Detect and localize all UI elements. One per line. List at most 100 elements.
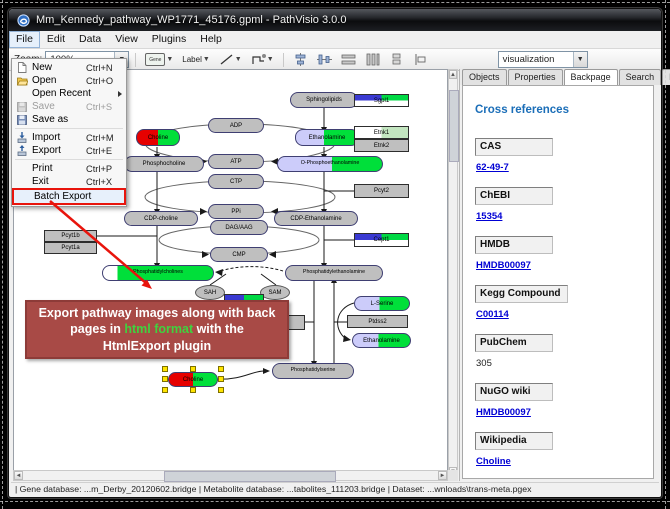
node-ptdss2[interactable]: Ptdss2	[347, 315, 408, 328]
node-cdp-choline[interactable]: CDP-choline	[124, 211, 198, 226]
node-gene-fragment[interactable]	[287, 315, 305, 330]
selection-handle[interactable]	[218, 376, 224, 382]
node-sgpl1[interactable]: Sgpl1	[354, 94, 409, 107]
align-middle-button[interactable]	[314, 51, 335, 69]
node-dag-aag[interactable]: DAG/AAG	[210, 220, 268, 235]
connector-tool-caret-icon[interactable]: ▼	[267, 56, 274, 63]
node-sah[interactable]: SAH	[195, 285, 225, 300]
distribute-horizontal-button[interactable]	[338, 51, 359, 69]
menu-file[interactable]: File	[9, 31, 40, 48]
line-tool[interactable]: ▼	[216, 51, 245, 69]
menu-item-batch-export[interactable]: Batch Export	[14, 190, 124, 203]
node-phosphatidylserine[interactable]: Phosphatidylserine	[272, 363, 354, 379]
node-sphingolipids[interactable]: Sphingolipids	[290, 92, 358, 108]
horizontal-scroll-thumb[interactable]	[164, 471, 336, 482]
stack-vertical-button[interactable]	[386, 51, 407, 69]
selected-node-group[interactable]: Choline	[162, 366, 224, 393]
line-tool-caret-icon[interactable]: ▼	[235, 56, 242, 63]
ref-id-link[interactable]: 15354	[476, 211, 643, 222]
node-ethanolamine-bottom[interactable]: Ethanolamine	[352, 333, 411, 348]
selection-handle[interactable]	[162, 366, 168, 372]
node-label: Phosphatidylcholines	[133, 270, 183, 275]
visualization-caret-icon[interactable]: ▼	[573, 52, 587, 67]
node-phosphatidylcholines[interactable]: Phosphatidylcholines	[102, 265, 214, 281]
node-choline-top[interactable]: Choline	[136, 129, 180, 146]
menu-plugins[interactable]: Plugins	[145, 31, 193, 48]
node-pcyt2[interactable]: Pcyt2	[354, 184, 409, 198]
selection-handle[interactable]	[218, 387, 224, 393]
menu-item-save-as[interactable]: Save as	[12, 113, 126, 126]
node-cdp-ethanolamine[interactable]: CDP-Ethanolamine	[274, 211, 358, 226]
node-o-phosphoethanolamine[interactable]: O-Phosphoethanolamine	[277, 156, 383, 172]
canvas-vertical-scrollbar[interactable]: ▲ ▼	[448, 69, 458, 477]
file-menu-popup: New Ctrl+N Open Ctrl+O Open Recent Save …	[11, 58, 127, 207]
node-choline-selected[interactable]: Choline	[168, 372, 218, 387]
menu-item-new[interactable]: New Ctrl+N	[12, 61, 126, 74]
ref-id-link[interactable]: C00114	[476, 309, 643, 320]
selection-handle[interactable]	[162, 376, 168, 382]
node-atp[interactable]: ATP	[208, 154, 264, 169]
tab-backpage[interactable]: Backpage	[564, 69, 618, 85]
menu-item-print[interactable]: Print Ctrl+P	[12, 162, 126, 175]
node-label: SAM	[268, 290, 281, 296]
menubar: File Edit Data View Plugins Help	[9, 31, 661, 49]
titlebar[interactable]: Mm_Kennedy_pathway_WP1771_45176.gpml - P…	[9, 9, 661, 31]
selection-handle[interactable]	[162, 387, 168, 393]
node-pcyt1b[interactable]: Pcyt1b	[44, 230, 97, 242]
node-pcyt1a[interactable]: Pcyt1a	[44, 242, 97, 254]
menu-item-export[interactable]: Export Ctrl+E	[12, 144, 126, 157]
menu-item-open-recent[interactable]: Open Recent	[12, 87, 126, 100]
stack-horizontal-button[interactable]	[410, 51, 431, 69]
connector-tool[interactable]: ▼	[248, 51, 277, 69]
menu-data[interactable]: Data	[72, 31, 108, 48]
node-cmp[interactable]: CMP	[210, 247, 268, 262]
canvas-horizontal-scrollbar[interactable]: ◄ ►	[13, 470, 448, 481]
menu-item-exit[interactable]: Exit Ctrl+X	[12, 175, 126, 188]
app-icon	[17, 14, 30, 27]
scroll-left-icon[interactable]: ◄	[14, 471, 23, 480]
label-tool-caret-icon[interactable]: ▼	[203, 56, 210, 63]
tab-properties[interactable]: Properties	[508, 69, 563, 85]
menu-view[interactable]: View	[108, 31, 145, 48]
ref-id-link[interactable]: 62-49-7	[476, 162, 643, 173]
visualization-select[interactable]: visualization ▼	[498, 51, 588, 68]
tab-objects[interactable]: Objects	[462, 69, 507, 85]
menu-edit[interactable]: Edit	[40, 31, 72, 48]
backpage-content[interactable]: Cross references CAS 62-49-7 ChEBI 15354…	[462, 85, 654, 479]
stack-horizontal-icon	[413, 53, 428, 66]
node-cept1[interactable]: Cept1	[354, 233, 409, 247]
node-label: CDP-choline	[144, 216, 178, 222]
node-ethanolamine-top[interactable]: Ethanolamine	[295, 129, 359, 146]
ref-id-link[interactable]: Choline	[476, 456, 643, 467]
ref-id-link[interactable]: HMDB00097	[476, 407, 643, 418]
node-l-serine[interactable]: L-Serine	[354, 296, 410, 311]
node-adp[interactable]: ADP	[208, 118, 264, 133]
ref-id-link[interactable]: HMDB00097	[476, 260, 643, 271]
menu-item-save: Save Ctrl+S	[12, 100, 126, 113]
node-etnk2[interactable]: Etnk2	[354, 139, 409, 152]
node-etnk1[interactable]: Etnk1	[354, 126, 409, 139]
tab-legend[interactable]: Legend	[662, 69, 670, 85]
tab-search[interactable]: Search	[619, 69, 662, 85]
node-ctp[interactable]: CTP	[208, 174, 264, 189]
scroll-up-icon[interactable]: ▲	[449, 70, 457, 79]
selection-handle[interactable]	[190, 366, 196, 372]
node-phosphocholine[interactable]: Phosphocholine	[124, 156, 204, 172]
export-icon	[17, 145, 27, 156]
label-tool[interactable]: Label ▼	[179, 51, 213, 69]
align-center-button[interactable]	[290, 51, 311, 69]
menu-help[interactable]: Help	[193, 31, 229, 48]
scroll-right-icon[interactable]: ►	[438, 471, 447, 480]
vertical-scroll-thumb[interactable]	[449, 90, 459, 162]
gene-datanode-tool[interactable]: Gene ▼	[142, 51, 176, 69]
node-phosphatidylethanolamine[interactable]: Phosphatidylethanolamine	[285, 265, 383, 281]
save-icon	[17, 102, 27, 112]
selection-handle[interactable]	[218, 366, 224, 372]
menu-item-open[interactable]: Open Ctrl+O	[12, 74, 126, 87]
node-ppi[interactable]: PPi	[208, 204, 264, 219]
distribute-vertical-button[interactable]	[362, 51, 383, 69]
menu-item-import[interactable]: Import Ctrl+M	[12, 131, 126, 144]
selection-handle[interactable]	[190, 387, 196, 393]
node-sam[interactable]: SAM	[260, 285, 290, 300]
gene-tool-caret-icon[interactable]: ▼	[166, 56, 173, 63]
